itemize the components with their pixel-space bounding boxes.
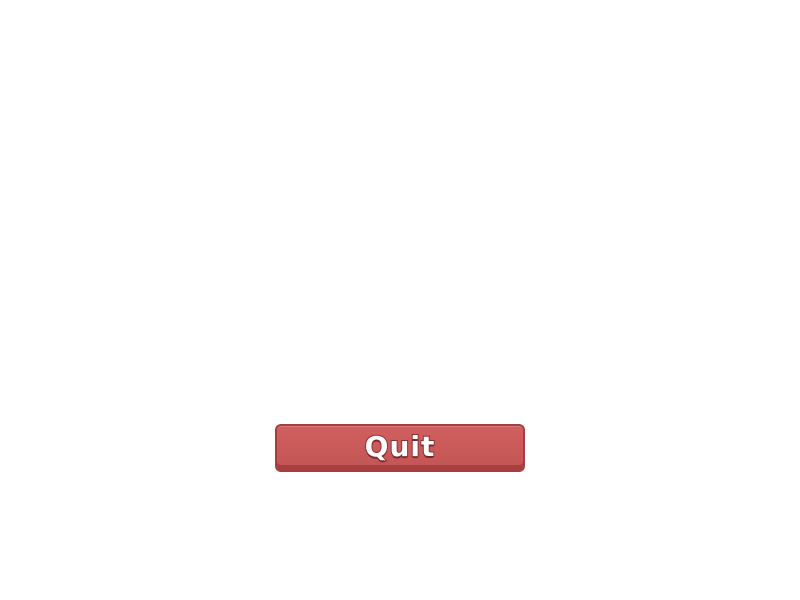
quit-button-label: Quit <box>364 429 436 464</box>
game-menu-screen: Quit <box>0 0 800 600</box>
quit-button[interactable]: Quit <box>275 424 525 472</box>
